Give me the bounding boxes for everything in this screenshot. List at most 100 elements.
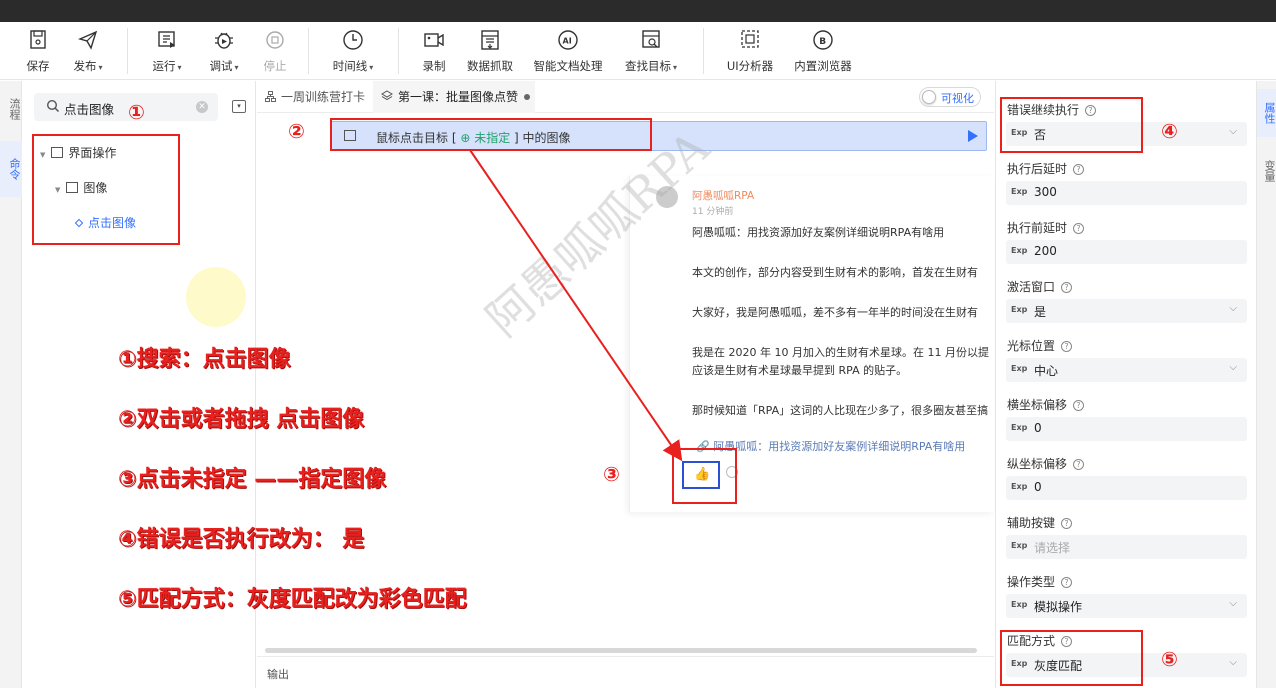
unsaved-dot-icon — [524, 94, 531, 100]
visual-mode-toggle[interactable]: 可视化 — [919, 87, 981, 107]
smart-doc-label: 智能文档处理 — [533, 59, 603, 73]
horizontal-scrollbar[interactable] — [265, 648, 977, 653]
run-button[interactable]: 运行 ▾ — [148, 28, 186, 76]
command-search-input[interactable]: 点击图像 ✕ — [34, 93, 218, 121]
smart-doc-button[interactable]: AI 智能文档处理 — [533, 28, 603, 76]
find-target-button[interactable]: 查找目标 ▾ — [623, 28, 679, 76]
debug-button[interactable]: 调试 ▾ — [205, 28, 243, 76]
chevron-down-icon: ⌵ — [1229, 126, 1237, 137]
tab-commands[interactable]: 命令 — [0, 141, 22, 197]
chevron-down-icon: ▾ — [234, 63, 239, 72]
tab-variables[interactable]: 变量 — [1257, 147, 1276, 195]
timeline-label: 时间线 — [332, 59, 368, 73]
prop-label-y-offset: 纵坐标偏移? — [1007, 455, 1085, 472]
help-icon[interactable]: ? — [1073, 223, 1085, 234]
chevron-down-icon: ▾ — [369, 63, 374, 72]
ai-document-icon: AI — [558, 30, 578, 50]
chevron-down-icon: ▾ — [177, 63, 182, 72]
help-icon[interactable]: ? — [1061, 518, 1073, 529]
post-author: 阿愚呱呱RPA — [692, 190, 755, 202]
operation-type-select[interactable]: Exp 模拟操作 ⌵ — [1006, 594, 1247, 618]
exp-tag[interactable]: Exp — [1011, 305, 1027, 314]
exp-tag[interactable]: Exp — [1011, 246, 1027, 255]
cursor-highlight — [186, 267, 246, 327]
prop-label-delay-after: 执行后延时? — [1007, 160, 1085, 177]
collapse-all-button[interactable]: ▾ — [232, 100, 246, 113]
exp-tag[interactable]: Exp — [1011, 364, 1027, 373]
properties-panel: 错误继续执行? Exp 否 ⌵ 执行后延时? Exp 300 执行前延时? Exp 20… — [995, 81, 1255, 688]
annotation-number-4: ④ — [1161, 119, 1178, 143]
clear-icon[interactable]: ✕ — [196, 101, 208, 113]
data-scrape-button[interactable]: 数据抓取 — [466, 28, 514, 76]
instruction-1: ①搜索：点击图像 — [118, 347, 291, 372]
output-panel-header[interactable]: 输出 — [257, 656, 994, 688]
editor-tabs: 一周训练营打卡 第一课：批量图像点赞 可视化 — [257, 81, 994, 113]
tab-label: 一周训练营打卡 — [281, 90, 366, 104]
instruction-4: ④错误是否执行改为： 是 — [118, 527, 365, 552]
tab-weekly-camp[interactable]: 一周训练营打卡 — [257, 81, 369, 113]
stop-button[interactable]: 停止 — [262, 28, 288, 76]
toolbar-divider — [308, 28, 309, 74]
annotation-number-2: ② — [288, 119, 305, 143]
x-offset-input[interactable]: Exp 0 — [1006, 417, 1247, 441]
builtin-browser-button[interactable]: B 内置浏览器 — [794, 28, 852, 76]
prop-label-x-offset: 横坐标偏移? — [1007, 396, 1085, 413]
help-icon[interactable]: ? — [1061, 577, 1073, 588]
annotation-box-4 — [1000, 97, 1143, 153]
send-icon — [77, 30, 98, 50]
annotation-box-2 — [330, 118, 652, 151]
find-target-icon — [642, 30, 660, 48]
modifier-keys-select[interactable]: Exp 请选择 — [1006, 535, 1247, 559]
run-label: 运行 — [152, 59, 176, 73]
chevron-down-icon: ⌵ — [1229, 303, 1237, 314]
ui-analyzer-label: UI分析器 — [726, 59, 774, 73]
play-icon[interactable] — [968, 130, 978, 142]
annotation-number-3: ③ — [603, 462, 620, 486]
record-button[interactable]: 录制 — [420, 28, 448, 76]
exp-tag[interactable]: Exp — [1011, 541, 1027, 550]
chevron-down-icon: ⌵ — [1229, 362, 1237, 373]
annotation-box-1 — [32, 134, 180, 245]
help-icon[interactable]: ? — [1073, 164, 1085, 175]
help-icon[interactable]: ? — [1073, 459, 1085, 470]
help-icon[interactable]: ? — [1061, 282, 1073, 293]
cursor-position-select[interactable]: Exp 中心 ⌵ — [1006, 358, 1247, 382]
stop-label: 停止 — [263, 59, 287, 73]
prop-label-operation-type: 操作类型? — [1007, 573, 1073, 590]
ui-analyzer-icon — [741, 30, 759, 48]
chevron-down-icon: ▾ — [672, 63, 677, 72]
activate-window-select[interactable]: Exp 是 ⌵ — [1006, 299, 1247, 323]
publish-button[interactable]: 发布 ▾ — [68, 28, 108, 76]
post-line: 阿愚呱呱：用找资源加好友案例详细说明RPA有啥用 — [692, 226, 945, 239]
main-toolbar: 保存 发布 ▾ 运行 ▾ 调试 ▾ 停止 时间线 ▾ 录制 数据抓取 AI 智能文档处理… — [0, 22, 1276, 80]
instruction-5: ⑤匹配方式：灰度匹配改为彩色匹配 — [118, 587, 467, 612]
prop-label-activate-window: 激活窗口? — [1007, 278, 1073, 295]
timeline-button[interactable]: 时间线 ▾ — [330, 28, 376, 76]
post-line: 本文的创作，部分内容受到生财有术的影响，首发在生财有 — [692, 266, 978, 279]
run-icon — [158, 31, 175, 48]
exp-tag[interactable]: Exp — [1011, 482, 1027, 491]
stop-icon — [266, 31, 284, 49]
tab-lesson-one[interactable]: 第一课：批量图像点赞 — [373, 81, 535, 113]
toolbar-divider — [703, 28, 704, 74]
exp-tag[interactable]: Exp — [1011, 600, 1027, 609]
toggle-knob — [922, 90, 936, 104]
help-icon[interactable]: ? — [1061, 341, 1073, 352]
tab-flow[interactable]: 流程 — [0, 85, 22, 133]
flow-icon — [265, 91, 276, 102]
chevron-down-icon: ⌵ — [1229, 598, 1237, 609]
post-line: 我是在 2020 年 10 月加入的生财有术星球。在 11 月份以提 — [692, 346, 989, 359]
title-bar — [0, 0, 1276, 22]
y-offset-input[interactable]: Exp 0 — [1006, 476, 1247, 500]
delay-before-input[interactable]: Exp 200 — [1006, 240, 1247, 264]
exp-tag[interactable]: Exp — [1011, 187, 1027, 196]
help-icon[interactable]: ? — [1073, 400, 1085, 411]
exp-tag[interactable]: Exp — [1011, 423, 1027, 432]
ui-analyzer-button[interactable]: UI分析器 — [726, 28, 774, 76]
tab-properties[interactable]: 属性 — [1257, 89, 1276, 137]
prop-label-cursor-position: 光标位置? — [1007, 337, 1073, 354]
debug-label: 调试 — [209, 59, 233, 73]
record-label: 录制 — [422, 59, 446, 73]
delay-after-input[interactable]: Exp 300 — [1006, 181, 1247, 205]
save-button[interactable]: 保存 — [24, 28, 52, 76]
